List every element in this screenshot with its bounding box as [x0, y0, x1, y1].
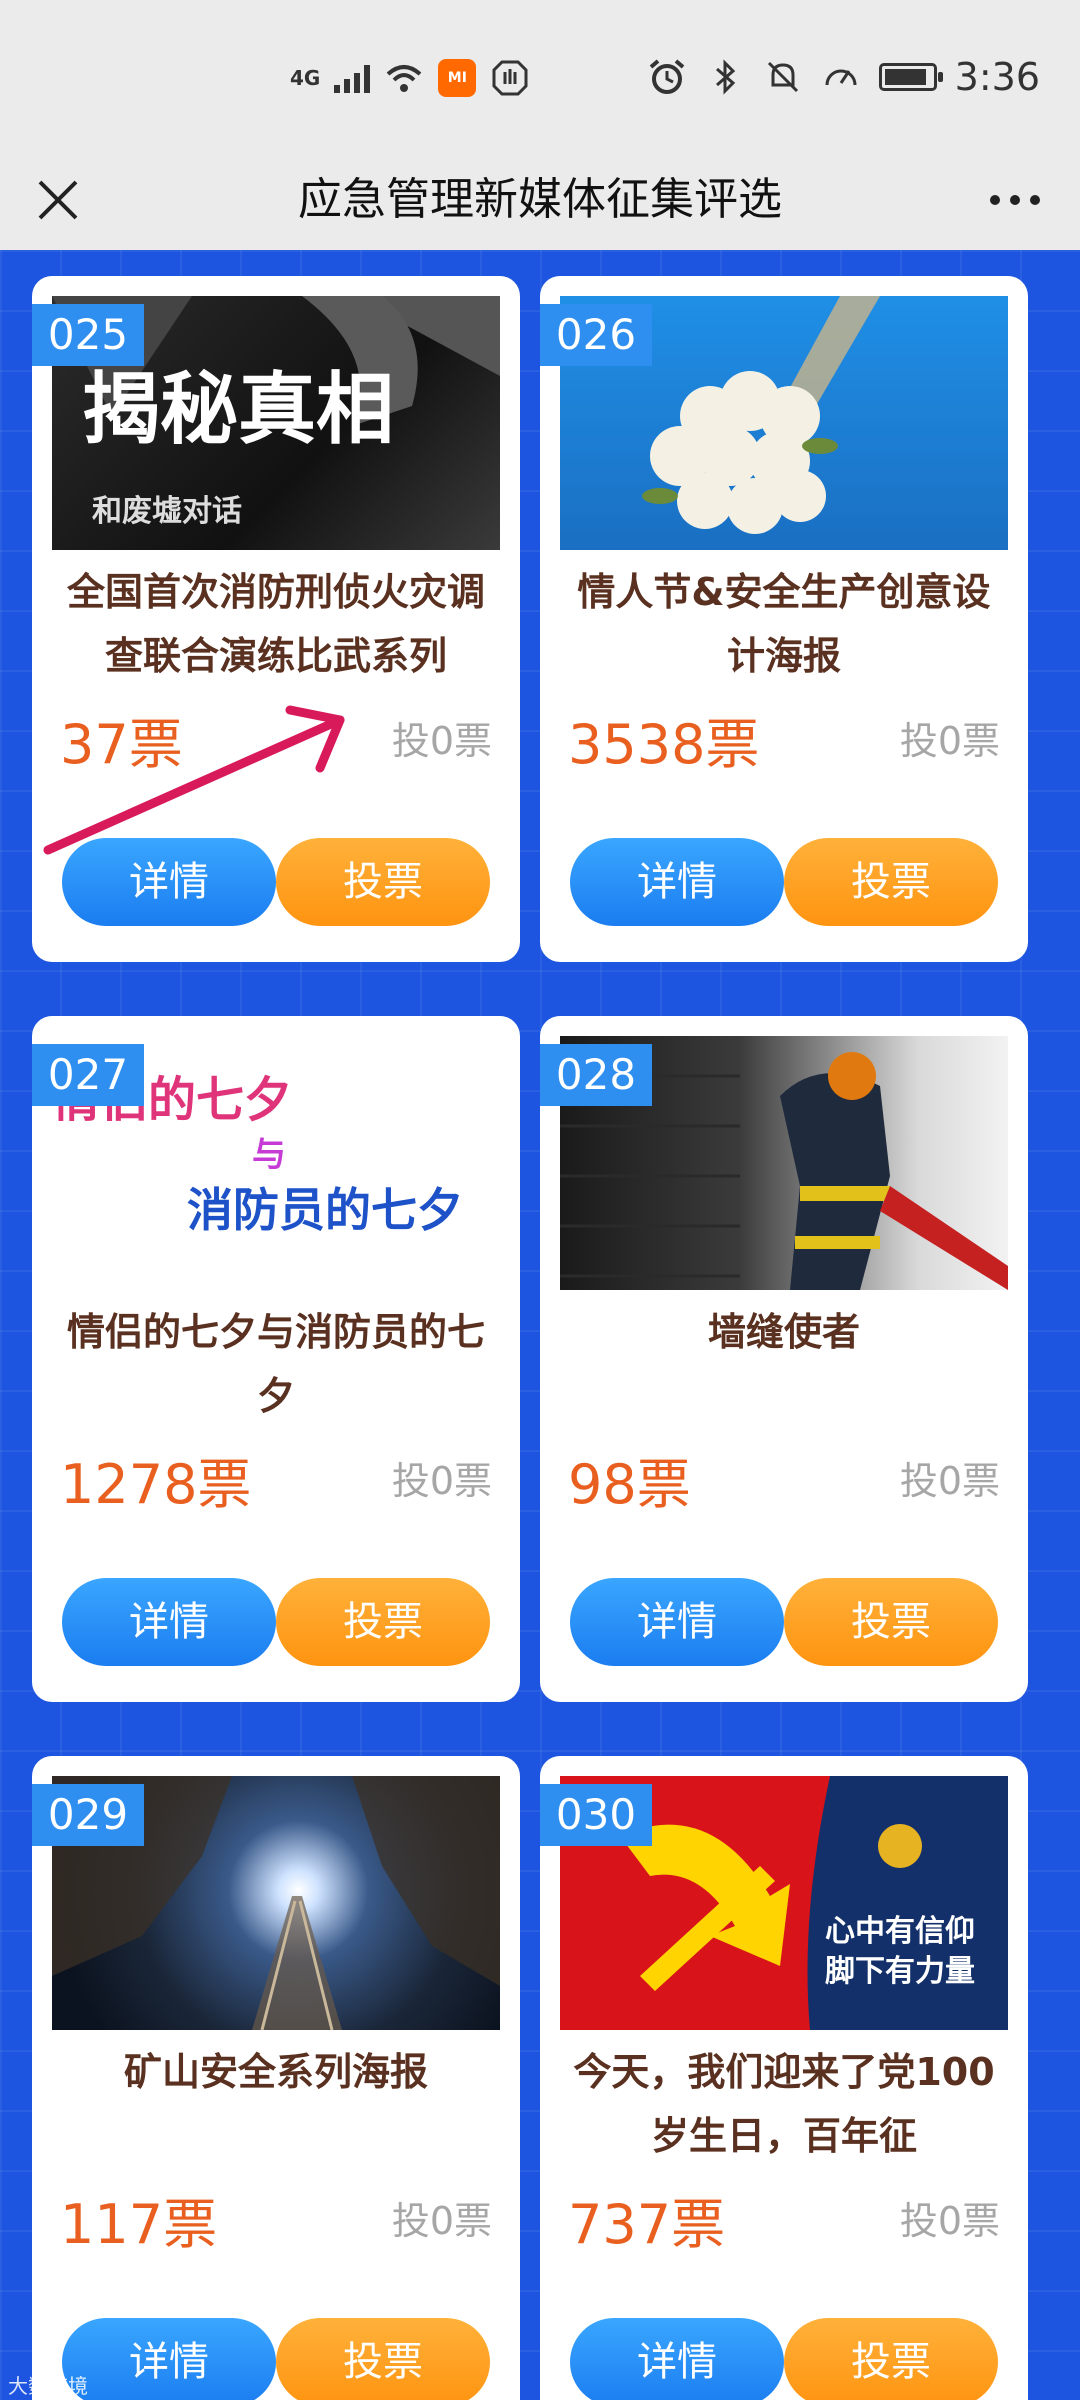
vote-button[interactable]: 投票: [276, 1578, 490, 1666]
entry-card[interactable]: 030 心中有信仰 脚下有力量 今天，我们迎来了党100岁生日，百年征 737票…: [540, 1756, 1028, 2400]
vote-count: 1278票: [60, 1453, 252, 1516]
bluetooth-icon: [715, 59, 735, 95]
entry-title: 情侣的七夕与消防员的七夕: [66, 1310, 485, 1418]
detail-button[interactable]: 详情: [62, 1578, 276, 1666]
entry-card[interactable]: 026 情人节&安全生产创意设计海报 3538票 投0票 详情 投票: [540, 276, 1028, 962]
page-title: 应急管理新媒体征集评选: [298, 174, 782, 225]
annotation-arrow-icon: [43, 705, 345, 855]
entry-number: 025: [32, 304, 144, 366]
entry-number: 026: [540, 304, 652, 366]
network-type: 4G: [290, 66, 321, 90]
status-left: 4G MI: [290, 58, 530, 98]
entry-title: 矿山安全系列海报: [123, 2050, 428, 2094]
entry-card[interactable]: 027 情侣的七夕 与 消防员的七夕 情侣的七夕与消防员的七夕 1278票 投0…: [32, 1016, 520, 1702]
vote-count: 737票: [568, 2193, 726, 2256]
my-vote-count: 投0票: [899, 719, 1000, 763]
status-right: 3:36: [647, 55, 1040, 99]
battery-icon: [878, 63, 943, 91]
content-area: 025 揭秘真相 和废墟对话 全国首次消防刑侦火灾调查联合演练比武系列 37票 …: [0, 250, 1080, 2400]
entry-title: 全国首次消防刑侦火灾调查联合演练比武系列: [66, 570, 485, 678]
entry-card[interactable]: 028 墙缝使者 98票 投0票 详情 投票: [540, 1016, 1028, 1702]
entry-number: 029: [32, 1784, 144, 1846]
my-vote-count: 投0票: [899, 1459, 1000, 1503]
watermark: 大数跨境: [8, 2374, 88, 2398]
signal-icon: [334, 63, 371, 93]
hand-icon: [492, 60, 528, 96]
entry-title: 情人节&安全生产创意设计海报: [577, 570, 991, 678]
vote-count: 3538票: [568, 713, 760, 776]
detail-button[interactable]: 详情: [62, 2318, 276, 2400]
wifi-icon: [387, 65, 422, 92]
thumbnail-text: 脚下有力量: [825, 1954, 975, 1989]
my-vote-count: 投0票: [899, 2199, 1000, 2243]
mute-icon: [767, 61, 798, 93]
my-vote-count: 投0票: [391, 1459, 492, 1503]
vote-button[interactable]: 投票: [784, 1578, 998, 1666]
detail-button[interactable]: 详情: [570, 1578, 784, 1666]
thumbnail-text: 心中有信仰: [825, 1914, 975, 1949]
thumbnail-text: 和废墟对话: [92, 494, 242, 529]
entry-title: 墙缝使者: [707, 1310, 860, 1354]
vote-button[interactable]: 投票: [784, 2318, 998, 2400]
my-vote-count: 投0票: [391, 2199, 492, 2243]
vote-count: 98票: [568, 1453, 691, 1516]
vote-button[interactable]: 投票: [784, 838, 998, 926]
title-bar: 应急管理新媒体征集评选: [0, 150, 1080, 250]
entry-title: 今天，我们迎来了党100岁生日，百年征: [573, 2050, 995, 2158]
status-bar: 4G MI 3:36: [0, 0, 1080, 150]
thumbnail-text: 揭秘真相: [82, 365, 394, 455]
thumbnail-text: 消防员的七夕: [187, 1183, 463, 1237]
speed-icon: [825, 69, 857, 86]
alarm-icon: [649, 59, 684, 94]
vote-count: 117票: [60, 2193, 218, 2256]
clock: 3:36: [954, 55, 1040, 99]
detail-button[interactable]: 详情: [570, 838, 784, 926]
entry-card[interactable]: 029 矿山安全系列海报 117票 投0票 详情 投票: [32, 1756, 520, 2400]
my-vote-count: 投0票: [391, 719, 492, 763]
entry-number: 027: [32, 1044, 144, 1106]
detail-button[interactable]: 详情: [570, 2318, 784, 2400]
mi-app-icon: MI: [438, 59, 477, 97]
entry-number: 030: [540, 1784, 652, 1846]
more-options-icon[interactable]: [980, 170, 1050, 230]
thumbnail-text: 与: [252, 1135, 286, 1175]
entry-number: 028: [540, 1044, 652, 1106]
vote-button[interactable]: 投票: [276, 2318, 490, 2400]
